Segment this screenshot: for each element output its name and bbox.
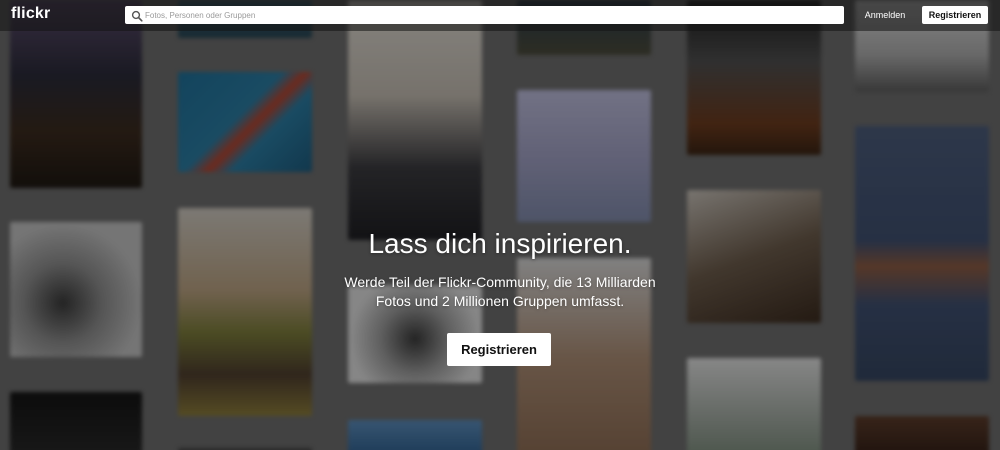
hero-signup-button[interactable]: Registrieren: [447, 333, 551, 366]
hero-title: Lass dich inspirieren.: [368, 228, 632, 259]
hero-subtitle-line-1: Werde Teil der Flickr-Community, die 13 …: [344, 274, 656, 290]
search-input[interactable]: [145, 6, 835, 24]
search-bar[interactable]: [125, 6, 844, 24]
hero-subtitle-line-2: Fotos und 2 Millionen Gruppen umfasst.: [375, 293, 625, 309]
top-navigation-bar: flickr Anmelden Registrieren: [0, 0, 1000, 31]
flickr-logo[interactable]: flickr: [11, 5, 50, 23]
hero-section: Lass dich inspirieren. Werde Teil der Fl…: [300, 224, 700, 311]
login-link[interactable]: Anmelden: [855, 6, 915, 24]
signup-button[interactable]: Registrieren: [922, 6, 988, 24]
hero-subtitle: Werde Teil der Flickr-Community, die 13 …: [300, 273, 700, 311]
search-icon: [131, 9, 143, 22]
